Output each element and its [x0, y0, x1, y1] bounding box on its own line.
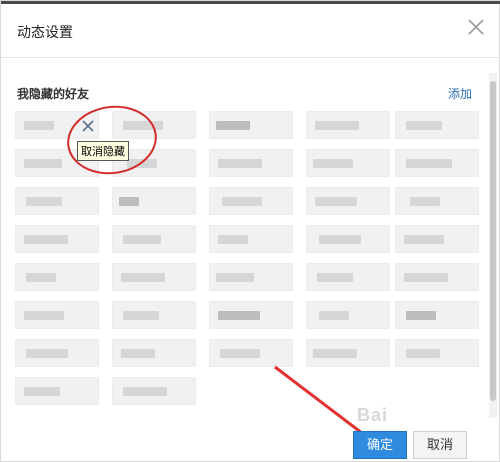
watermark: Bai — [357, 405, 389, 425]
friend-item[interactable] — [395, 225, 479, 253]
friend-item[interactable] — [112, 225, 196, 253]
friend-item[interactable] — [209, 187, 293, 215]
friend-item[interactable] — [306, 111, 390, 139]
confirm-button[interactable]: 确定 — [353, 431, 407, 459]
friend-item[interactable] — [306, 187, 390, 215]
friend-item[interactable] — [15, 301, 99, 329]
dialog-header: 动态设置 — [1, 4, 500, 58]
friend-item[interactable] — [209, 225, 293, 253]
friend-item[interactable] — [209, 301, 293, 329]
friend-item[interactable] — [306, 225, 390, 253]
dialog-title: 动态设置 — [17, 24, 73, 40]
dynamic-settings-dialog: 动态设置 我隐藏的好友 添加 取消隐藏 Bai 确定 取消 — [0, 0, 500, 462]
add-friend-link[interactable]: 添加 — [448, 85, 472, 102]
friend-item[interactable] — [209, 149, 293, 177]
friend-item[interactable] — [15, 377, 99, 405]
friend-item[interactable] — [209, 263, 293, 291]
friend-item[interactable] — [306, 301, 390, 329]
friend-item[interactable] — [15, 225, 99, 253]
friend-item[interactable] — [112, 301, 196, 329]
friend-item[interactable] — [112, 187, 196, 215]
friend-item[interactable] — [395, 339, 479, 367]
friend-item[interactable] — [112, 339, 196, 367]
friend-item[interactable] — [112, 263, 196, 291]
friend-item[interactable] — [306, 149, 390, 177]
close-icon[interactable] — [465, 16, 487, 38]
friend-item[interactable] — [395, 187, 479, 215]
friend-item[interactable] — [395, 301, 479, 329]
hidden-friends-heading: 我隐藏的好友 — [17, 87, 90, 101]
friend-item[interactable] — [306, 263, 390, 291]
cancel-button[interactable]: 取消 — [413, 431, 467, 459]
friend-item[interactable] — [15, 339, 99, 367]
friend-item[interactable] — [112, 377, 196, 405]
friend-item[interactable] — [395, 111, 479, 139]
friend-item[interactable] — [395, 263, 479, 291]
friend-item[interactable] — [209, 111, 293, 139]
friend-item[interactable] — [15, 263, 99, 291]
friend-item[interactable] — [15, 187, 99, 215]
friend-item[interactable] — [395, 149, 479, 177]
scrollbar-thumb[interactable] — [490, 81, 496, 401]
